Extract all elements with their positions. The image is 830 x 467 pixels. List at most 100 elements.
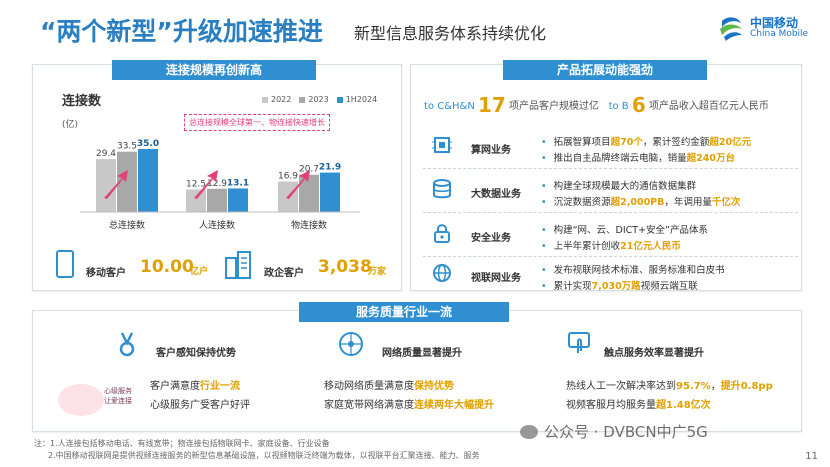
product-headline: to C&H&N 17 项产品客户规模过亿 to B 6 项产品收入超百亿元人民… [424, 93, 769, 117]
watermark: 公众号 · DVBCN中广5G [520, 421, 708, 442]
business-line: • 构建全球规模最大的通信数据集群 [541, 178, 696, 192]
china-mobile-logo: 中国移动 China Mobile [716, 12, 820, 46]
category-label: 物连接数 [291, 219, 327, 231]
wechat-icon [520, 425, 538, 439]
body-text: ， [710, 381, 721, 392]
chart-legend: 2022 2023 1H2024 [262, 95, 377, 104]
bullet-icon: • [541, 181, 547, 192]
body-text: 家庭宽带网络满意度 [324, 400, 414, 411]
service-line: 移动网络质量满意度保持优势 [324, 377, 454, 392]
china-mobile-logo-icon [720, 17, 742, 41]
connection-bar-chart: 29.433.5 35.0总连接数12.5 12.9 13.1人连接数16.920.7… [80, 139, 360, 231]
phone-icon [56, 250, 74, 278]
body-text: 上半年累计创收 [553, 241, 621, 252]
legend-item-2023: 2023 [299, 95, 329, 104]
bar-value-label: 33.5 [117, 142, 137, 152]
service-banner: 服务质量行业一流 [299, 302, 509, 322]
highlight-text: 行业一流 [200, 381, 240, 392]
headline-mid: 项产品客户规模过亿 [509, 101, 600, 112]
service-heading: 客户感知保持优势 [156, 348, 236, 359]
business-name: 安全业务 [471, 233, 511, 244]
body-text: 心级服务广受客户好评 [150, 400, 250, 411]
footnote-2: 2.中国移动视联网是提供视频连接服务的新型信息基础设施，以视频物联泛终端为载体，… [48, 451, 480, 460]
bullet-icon: • [541, 281, 547, 292]
highlight-text: 连续两年大幅提升 [414, 400, 494, 411]
chip-icon [431, 134, 453, 156]
body-text: 移动网络质量满意度 [324, 381, 414, 392]
legend-item-2022: 2022 [262, 95, 291, 104]
business-row: 算网业务 • 拓展智算项目超70个，累计签约金额超20亿元 • 推出自主品牌终端云电脑，… [423, 128, 798, 168]
bar-1-0 [186, 189, 206, 212]
kpi-mobile-value: 10.00 [140, 257, 194, 277]
legend-label: 2023 [308, 95, 329, 104]
kpi-enterprise-unit: 万家 [368, 267, 387, 277]
highlight-text: 超2,000PB [610, 197, 665, 208]
business-name: 视联网业务 [471, 273, 521, 284]
kpi-mobile-label: 移动客户 [86, 268, 126, 279]
body-text: 客户满意度 [150, 381, 200, 392]
body-text: 沉淀数据资源 [553, 197, 611, 208]
category-label: 人连接数 [199, 219, 235, 231]
business-name: 算网业务 [471, 145, 511, 156]
lock-icon [431, 222, 453, 244]
legend-label: 1H2024 [345, 95, 378, 104]
highlight-text: 千亿次 [711, 197, 741, 208]
legend-label: 2022 [271, 95, 292, 104]
legend-item-1h2024: 1H2024 [336, 95, 378, 104]
body-text: 推出自主品牌终端云电脑，销量 [553, 153, 687, 164]
footnote-1: 注：1.人连接包括移动电话、有线宽带；物连接包括物联网卡、家庭设备、行业设备 [34, 439, 330, 448]
body-text: ，年调用量 [664, 197, 712, 208]
row-divider [423, 212, 798, 213]
bar-value-label: 29.4 [96, 149, 116, 159]
database-icon [431, 178, 453, 200]
badge-text-line2: 让爱连接 [104, 397, 132, 405]
service-line: 心级服务广受客户好评 [150, 396, 250, 411]
highlight-text: 7,030万路 [591, 281, 641, 292]
touch-icon [566, 330, 592, 360]
highlight-text: 超240万台 [686, 153, 735, 164]
heart-service-badge [58, 384, 104, 416]
bullet-icon: • [541, 241, 547, 252]
highlight-text: 超1.48亿次 [656, 400, 711, 411]
service-line: 热线人工一次解决率达到95.7%，提升0.8pp [566, 377, 773, 392]
kpi-mobile-unit: 亿户 [190, 267, 209, 277]
highlight-text: 提升0.8pp [720, 381, 773, 392]
service-heading: 网络质量显著提升 [382, 348, 462, 359]
business-line: • 上半年累计创收21亿元人民币 [541, 238, 681, 252]
highlight-text: 保持优势 [414, 381, 454, 392]
kpi-enterprise-label: 政企客户 [264, 268, 304, 279]
highlight-text: 95.7% [676, 381, 711, 392]
body-text: 视频云端互联 [640, 281, 698, 292]
body-text: 视频客服月均服务量 [566, 400, 656, 411]
bullet-icon: • [541, 153, 547, 164]
body-text: 构建“网、云、DICT+安全”产品体系 [553, 225, 708, 236]
network-icon [338, 330, 364, 360]
bar-value-label: 21.9 [319, 163, 341, 173]
business-line: • 沉淀数据资源超2,000PB，年调用量千亿次 [541, 194, 740, 208]
highlight-text: 超20亿元 [709, 137, 752, 148]
headline-num-17: 17 [477, 93, 506, 117]
service-line: 客户满意度行业一流 [150, 377, 240, 392]
bar-2-2 [320, 172, 340, 212]
service-line: 家庭宽带网络满意度连续两年大幅提升 [324, 396, 494, 411]
bar-0-0 [96, 159, 116, 212]
business-line: • 拓展智算项目超70个，累计签约金额超20亿元 [541, 134, 751, 148]
page-subtitle: 新型信息服务体系持续优化 [354, 24, 547, 43]
service-line: 视频客服月均服务量超1.48亿次 [566, 396, 711, 411]
bullet-icon: • [541, 225, 547, 236]
headline-prefix-b: to B [608, 101, 629, 112]
bullet-icon: • [541, 197, 547, 208]
business-line: • 构建“网、云、DICT+安全”产品体系 [541, 222, 708, 236]
bullet-icon: • [541, 265, 547, 276]
business-row: 安全业务 • 构建“网、云、DICT+安全”产品体系 • 上半年累计创收21亿元人民币 [423, 216, 798, 256]
body-text: 累计实现 [553, 281, 592, 292]
body-text: 热线人工一次解决率达到 [566, 381, 676, 392]
service-panel [32, 310, 802, 432]
badge-text-line1: 心级服务 [104, 387, 132, 395]
page-title: “两个新型”升级加速推进 [40, 17, 323, 46]
highlight-text: 21亿元人民币 [620, 241, 681, 252]
bar-value-label: 13.1 [227, 178, 249, 188]
chart-title: 连接数 [62, 94, 102, 109]
logo-text-en: China Mobile [750, 29, 809, 39]
body-text: 发布视联网技术标准、服务标准和白皮书 [553, 265, 725, 276]
